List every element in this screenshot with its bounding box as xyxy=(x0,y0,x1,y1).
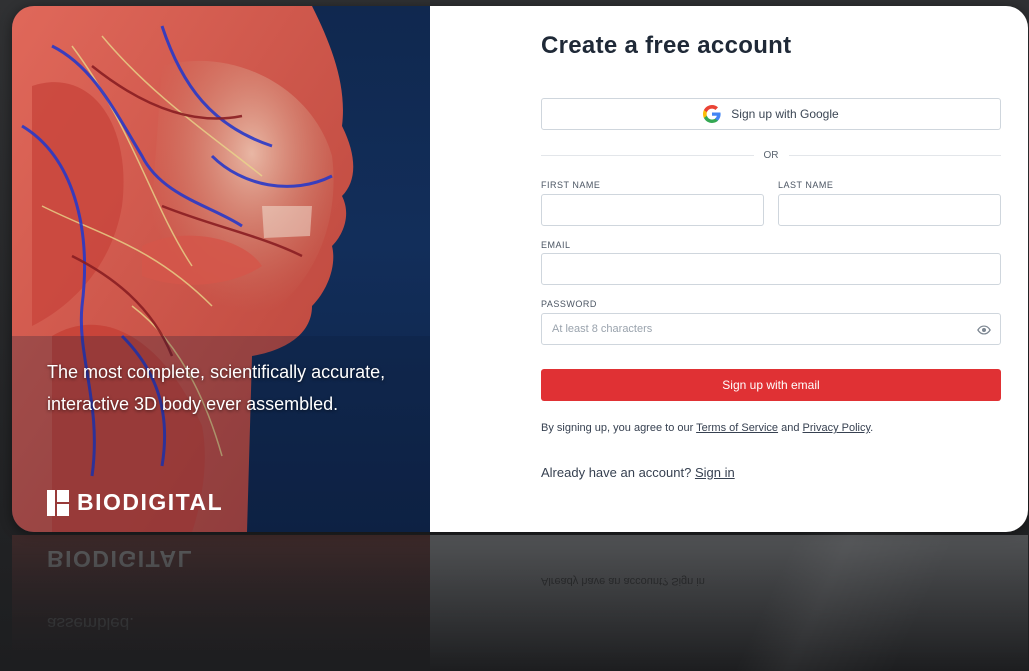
divider-line-left xyxy=(541,154,754,156)
signin-prefix: Already have an account? xyxy=(541,465,695,480)
last-name-label: LAST NAME xyxy=(778,180,834,190)
email-label: EMAIL xyxy=(541,240,571,250)
password-input[interactable]: At least 8 characters xyxy=(541,313,1001,345)
reflection-form xyxy=(430,535,1028,671)
divider-line-right xyxy=(788,154,1001,156)
hero-panel: The most complete, scientifically accura… xyxy=(12,6,430,532)
reflection-signin: Already have an account? Sign in xyxy=(541,575,705,587)
email-signup-button[interactable]: Sign up with email xyxy=(541,369,1001,401)
eye-icon[interactable] xyxy=(977,323,991,337)
reflection-brand: BIODIGITAL xyxy=(47,546,194,572)
email-input[interactable] xyxy=(541,253,1001,285)
first-name-input[interactable] xyxy=(541,194,764,226)
google-signup-button[interactable]: Sign up with Google xyxy=(541,98,1001,130)
last-name-input[interactable] xyxy=(778,194,1001,226)
anatomy-illustration xyxy=(12,6,430,532)
reflection-tagline: assembled. xyxy=(47,614,134,633)
hero-tagline: The most complete, scientifically accura… xyxy=(47,362,386,414)
signin-prompt: Already have an account? Sign in xyxy=(541,465,735,480)
page-title: Create a free account xyxy=(541,32,792,59)
terms-suffix: . xyxy=(870,422,874,434)
card-reflection: BIODIGITAL assembled. Already have an ac… xyxy=(12,535,1028,671)
signup-form: Create a free account Sign up with Googl… xyxy=(430,6,1028,532)
brand-logo: BIODIGITAL xyxy=(47,489,223,516)
google-signup-label: Sign up with Google xyxy=(731,107,839,121)
email-signup-label: Sign up with email xyxy=(722,378,820,392)
or-text: OR xyxy=(763,149,779,161)
terms-and: and xyxy=(778,422,803,434)
terms-prefix: By signing up, you agree to our xyxy=(541,422,697,434)
biodigital-logo-icon xyxy=(47,489,69,516)
terms-notice: By signing up, you agree to our Terms of… xyxy=(541,422,873,434)
password-label: PASSWORD xyxy=(541,299,597,309)
google-logo-icon xyxy=(703,105,721,123)
first-name-label: FIRST NAME xyxy=(541,180,601,190)
terms-of-service-link[interactable]: Terms of Service xyxy=(696,422,778,434)
brand-name: BIODIGITAL xyxy=(77,489,224,515)
signin-link[interactable]: Sign in xyxy=(695,465,735,480)
signup-card: The most complete, scientifically accura… xyxy=(12,6,1028,532)
password-placeholder: At least 8 characters xyxy=(552,323,653,335)
privacy-policy-link[interactable]: Privacy Policy xyxy=(803,422,871,434)
or-divider: OR xyxy=(541,147,1001,163)
